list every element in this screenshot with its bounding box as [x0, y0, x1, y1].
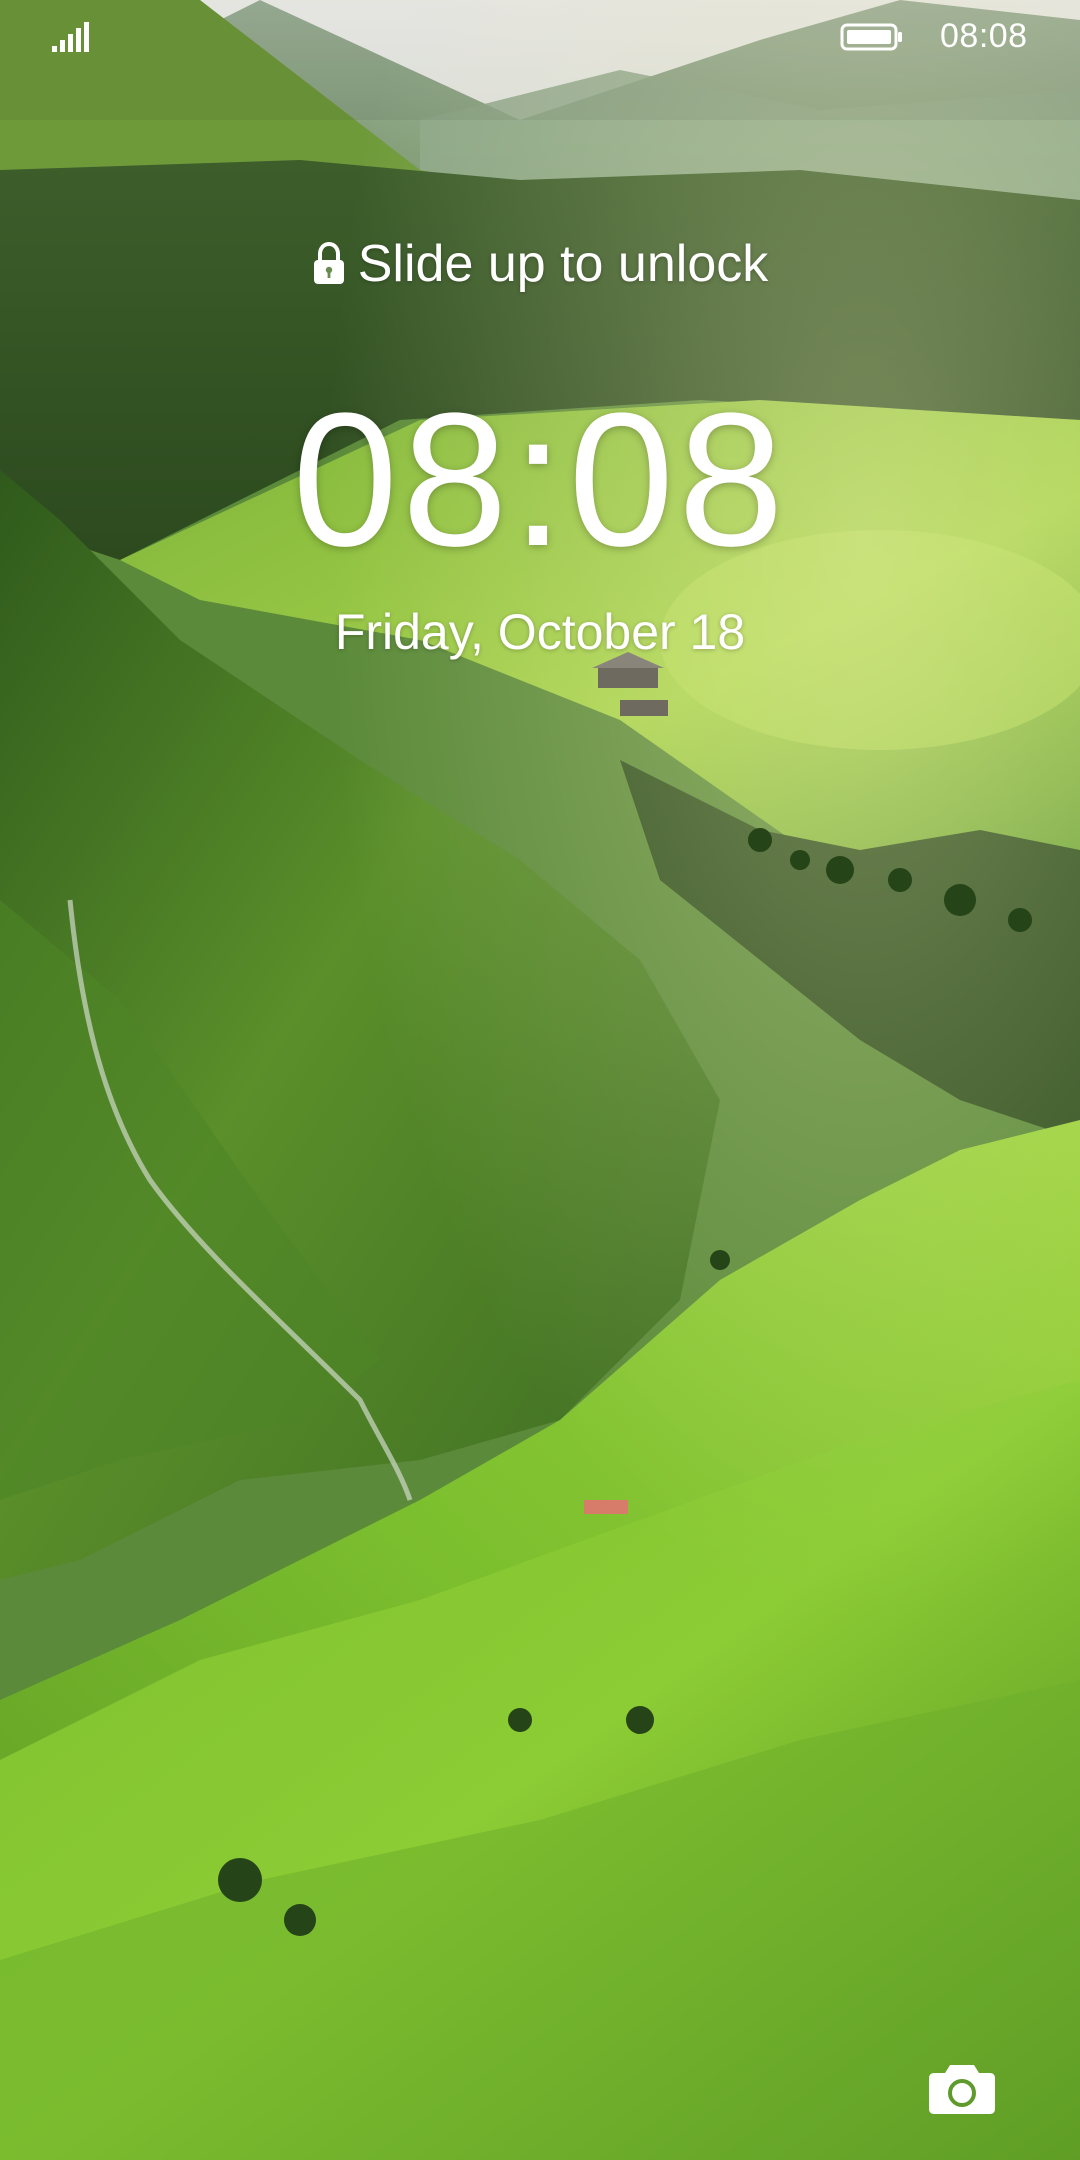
status-bar: 08:08: [0, 0, 1080, 72]
wallpaper-image: [0, 0, 1080, 2160]
status-bar-time: 08:08: [940, 17, 1028, 55]
lock-screen-clock: 08:08: [292, 374, 788, 586]
lock-screen-date: Friday, October 18: [334, 604, 746, 660]
camera-icon: [928, 2061, 996, 2115]
camera-shortcut-button[interactable]: [922, 2054, 1002, 2122]
signal-bars-icon: [52, 22, 92, 52]
unlock-hint[interactable]: Slide up to unlock: [0, 232, 1080, 296]
unlock-hint-text: Slide up to unlock: [357, 235, 769, 293]
battery-full-icon: [840, 22, 904, 52]
lock-icon: [312, 242, 346, 286]
